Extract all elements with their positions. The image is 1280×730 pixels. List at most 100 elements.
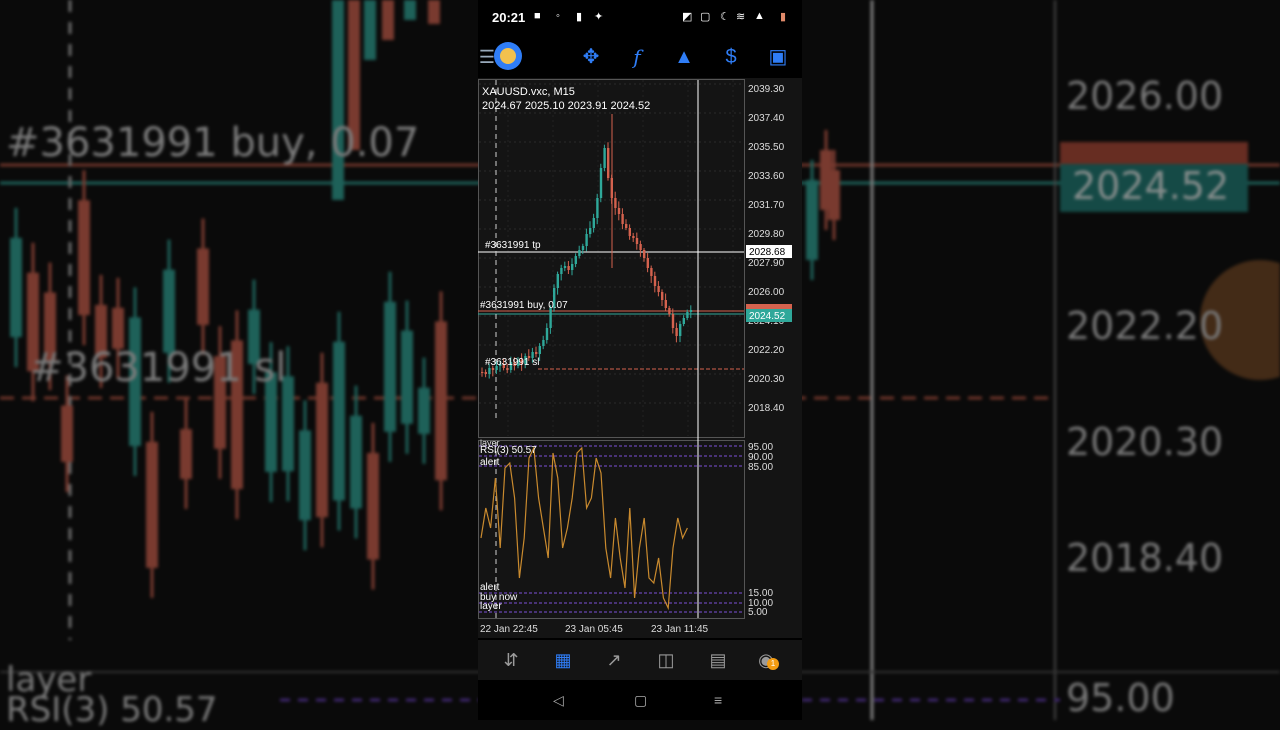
background-rsi-title: RSI(3) 50.57	[6, 690, 218, 730]
bottom-navigation: ⇵ ▦ ↗ ◫ ▤ ◉ 1	[478, 640, 802, 680]
chart-toolbar: ☰ ✥ f ▲ $ ▣	[478, 36, 802, 76]
background-price: 2022.20	[1066, 304, 1224, 348]
candle-body	[535, 352, 538, 354]
buy-line-label[interactable]: #3631991 buy, 0.07	[480, 300, 568, 311]
candle-body	[607, 148, 610, 178]
background-candle-body	[180, 429, 192, 480]
price-axis-label: 2031.70	[748, 200, 785, 211]
candle-body	[596, 198, 599, 218]
chart-area[interactable]: XAUUSD.vxc, M15 2024.67 2025.10 2023.91 …	[478, 78, 802, 638]
candle-body	[657, 286, 660, 292]
candle-body	[578, 250, 581, 256]
candle-body	[484, 372, 487, 374]
candle-body	[488, 368, 491, 374]
quotes-icon[interactable]: ⇵	[499, 648, 523, 672]
back-icon[interactable]: ◁	[553, 692, 564, 709]
background-rsi-level: 95.00	[1066, 676, 1175, 720]
candle-body	[668, 308, 671, 314]
candle-body	[664, 300, 667, 308]
history-icon[interactable]: ◫	[654, 648, 678, 672]
rsi-line	[480, 445, 688, 611]
candle-body	[621, 214, 624, 224]
candle-body	[639, 244, 642, 250]
candle-body	[632, 236, 635, 238]
candle-body	[635, 238, 639, 244]
messages-badge: 1	[767, 658, 779, 670]
background-candle-body	[332, 0, 344, 200]
candle-body	[675, 328, 678, 336]
price-axis-label: 2020.30	[748, 374, 785, 385]
current-price: 2024.52	[749, 311, 786, 322]
background-candle-body	[78, 200, 90, 316]
background-candle-body	[350, 415, 362, 509]
camera-icon: ■	[534, 10, 541, 22]
news-icon[interactable]: ▤	[706, 648, 730, 672]
candle-body	[617, 208, 621, 214]
signal-icon: ▲	[754, 10, 765, 22]
rsi-axis-label: 5.00	[748, 607, 768, 618]
background-order-text: #3631991 buy, 0.07	[6, 120, 420, 166]
rsi-level-tag: layer	[480, 601, 502, 612]
tp-line-label[interactable]: #3631991 tp	[485, 240, 541, 251]
price-axis-label: 2018.40	[748, 403, 785, 414]
background-candle-body	[418, 387, 430, 434]
rsi-level-tag: alert	[480, 457, 500, 468]
price-axis-label: 2037.40	[748, 113, 785, 124]
price-axis-label: 2033.60	[748, 171, 785, 182]
background-candle-body	[197, 248, 209, 325]
price-axis-label: 2027.90	[748, 258, 785, 269]
system-navigation: ◁ ▢ ≡	[478, 680, 802, 720]
background-candle-body	[401, 330, 413, 424]
background-candle-body	[10, 237, 22, 338]
trade-icon[interactable]: ↗	[602, 648, 626, 672]
indicator-icon[interactable]: f	[624, 44, 650, 70]
price-axis-label: 2022.20	[748, 345, 785, 356]
candle-body	[542, 340, 545, 346]
cast-icon: ▢	[700, 11, 711, 23]
price-axis-label: 2026.00	[748, 287, 785, 298]
home-icon[interactable]: ▢	[634, 692, 647, 709]
trade-icon[interactable]: $	[718, 44, 744, 70]
candle-body	[625, 224, 628, 228]
account-avatar-icon[interactable]	[494, 42, 522, 70]
battery-icon: ▮	[780, 11, 787, 23]
background-candle-body	[299, 430, 311, 521]
price-axis-label: 2039.30	[748, 84, 785, 95]
status-time: 20:21	[492, 10, 526, 25]
background-candle-body	[367, 452, 379, 560]
candle-body	[560, 268, 563, 274]
background-candle-body	[146, 441, 158, 568]
new-order-icon[interactable]: ▣	[765, 44, 791, 70]
crosshair-icon[interactable]: ✥	[578, 44, 604, 70]
candle-body	[491, 368, 495, 370]
background-price: 2024.52	[1072, 164, 1230, 208]
candle-body	[661, 292, 664, 300]
objects-icon[interactable]: ▲	[671, 44, 697, 70]
rsi-title: RSI(3) 50.57	[480, 445, 537, 456]
recents-icon[interactable]: ≡	[714, 692, 722, 708]
crosshair-price: 2028.68	[749, 247, 786, 258]
candle-body	[643, 250, 646, 258]
ohlc-label: 2024.67 2025.10 2023.91 2024.52	[482, 100, 650, 112]
background-candle-body	[435, 321, 447, 481]
candle-body	[506, 368, 509, 370]
background-price: 2018.40	[1066, 536, 1224, 580]
price-axis-label: 2035.50	[748, 142, 785, 153]
price-axis-label: 2029.80	[748, 229, 785, 240]
candle-body	[686, 312, 689, 318]
candle-body	[682, 318, 685, 324]
price-chart[interactable]: XAUUSD.vxc, M15 2024.67 2025.10 2023.91 …	[478, 78, 802, 638]
chart-icon[interactable]: ▦	[551, 648, 575, 672]
rsi-levels	[479, 445, 744, 613]
background-candle-body	[428, 0, 440, 24]
candle-body	[574, 256, 577, 264]
bell-icon: ◦	[556, 10, 560, 22]
candle-body	[599, 168, 603, 198]
candle-body	[481, 372, 484, 373]
sl-line-label[interactable]: #3631991 sl	[485, 357, 540, 368]
background-candle-body	[828, 170, 840, 220]
symbol-label: XAUUSD.vxc, M15	[482, 86, 575, 98]
background-candle-body	[61, 405, 73, 462]
candle-body	[581, 246, 585, 250]
settings-icon: ✦	[594, 11, 604, 23]
